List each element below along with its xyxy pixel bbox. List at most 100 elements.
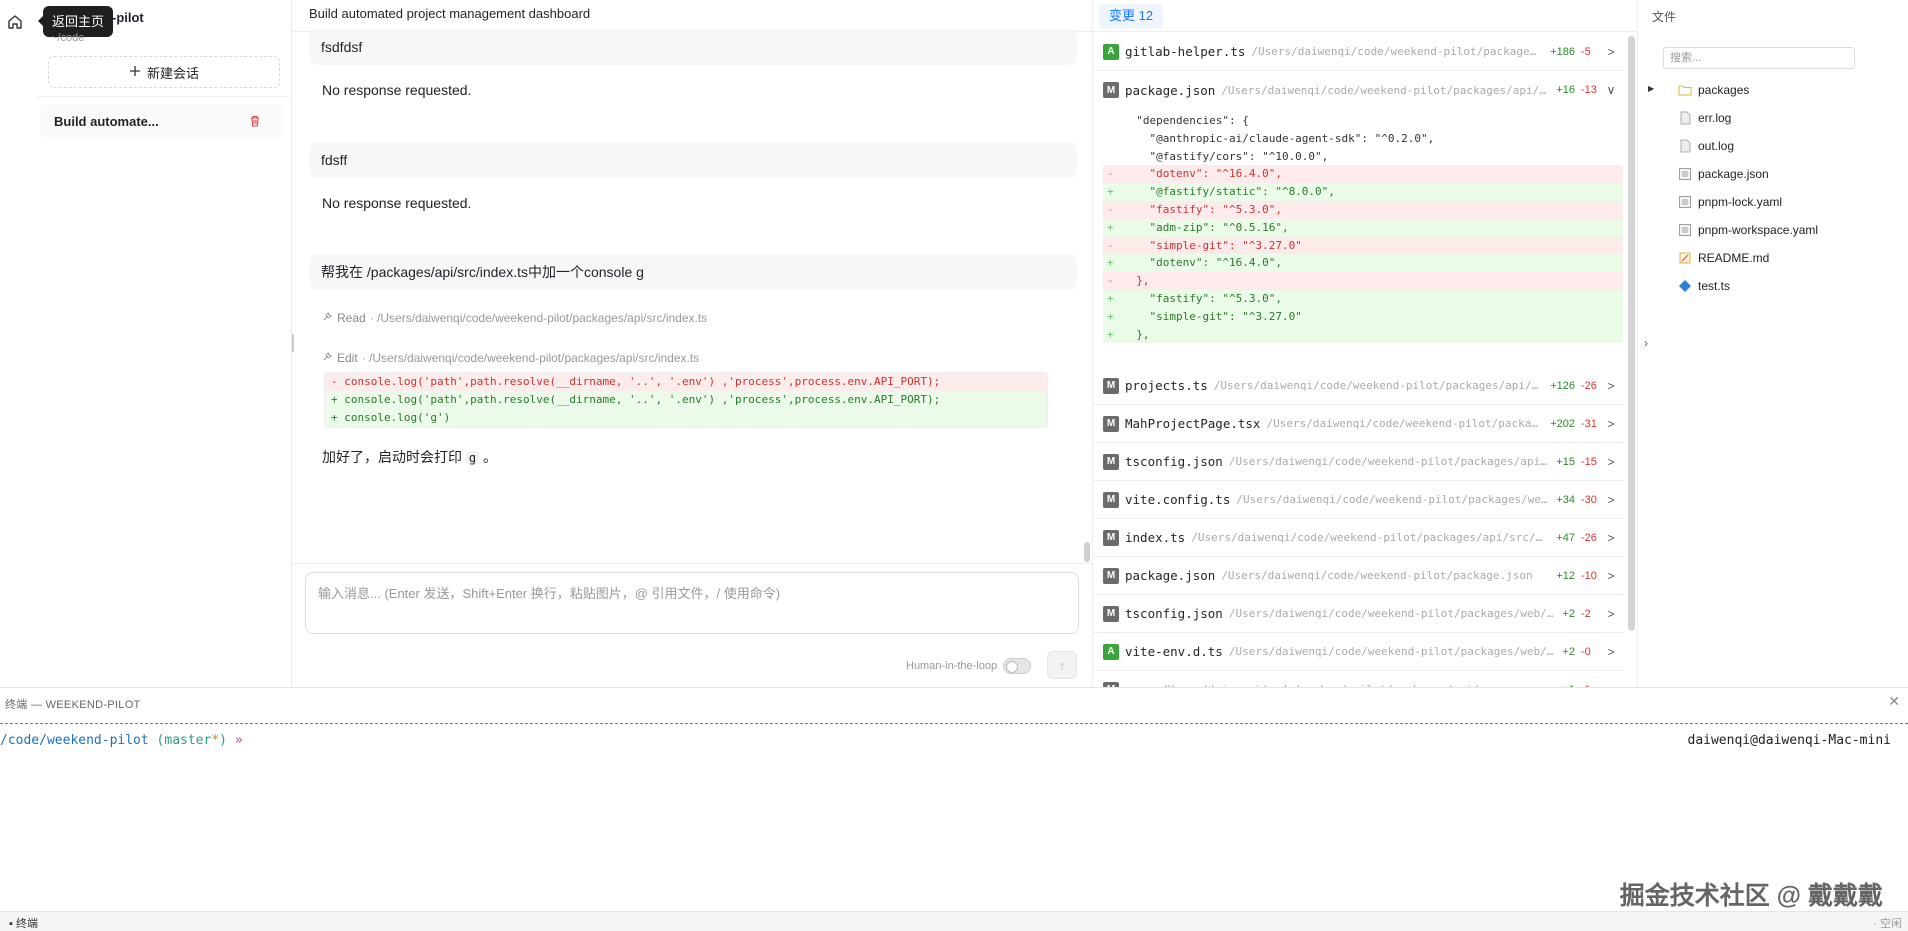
folder-icon bbox=[1678, 83, 1692, 97]
changes-scrollbar[interactable] bbox=[1628, 36, 1635, 631]
diff-text: "simple-git": "^3.27.0" bbox=[1123, 238, 1302, 252]
wrench-icon bbox=[322, 311, 333, 325]
chevron-right-icon[interactable]: > bbox=[1599, 45, 1623, 59]
deletions-count: -31 bbox=[1581, 417, 1597, 430]
file-path: /Users/daiwenqi/code/weekend-pilot/packa… bbox=[1228, 607, 1555, 620]
file-tree-item[interactable]: pnpm-workspace.yaml bbox=[1678, 220, 1818, 240]
file-tree-item[interactable]: package.json bbox=[1678, 164, 1769, 184]
edit-diff: - console.log('path',path.resolve(__dirn… bbox=[324, 372, 1048, 428]
chevron-right-icon[interactable]: > bbox=[1599, 531, 1623, 545]
deletions-count: -0 bbox=[1581, 645, 1591, 658]
toggle-switch[interactable] bbox=[1003, 658, 1032, 674]
file-tree-label: test.ts bbox=[1698, 279, 1731, 293]
additions-count: +16 bbox=[1556, 84, 1575, 96]
prompt-arrow: » bbox=[234, 733, 243, 748]
plus-icon bbox=[129, 65, 141, 80]
chevron-right-icon[interactable]: > bbox=[1599, 379, 1623, 393]
file-tree-item[interactable]: out.log bbox=[1678, 136, 1734, 156]
file-name: tsconfig.json bbox=[1125, 454, 1223, 469]
terminal-toggle[interactable]: ▪ 终端 bbox=[9, 915, 38, 931]
chevron-right-icon[interactable]: > bbox=[1599, 417, 1623, 431]
session-item[interactable]: Build automate... bbox=[40, 104, 284, 138]
file-tree-label: pnpm-lock.yaml bbox=[1698, 195, 1783, 209]
diff-marker: + bbox=[1107, 185, 1114, 199]
diff-line-removed: - "fastify": "^5.3.0", bbox=[1103, 200, 1623, 219]
tool-call-edit[interactable]: Edit · /Users/daiwenqi/code/weekend-pilo… bbox=[322, 351, 699, 365]
file-path: /Users/daiwenqi/code/weekend-pilot/packa… bbox=[1228, 645, 1555, 658]
files-panel: › 文件 搜索... ▶ packages err.log out.log packa… bbox=[1637, 0, 1908, 687]
diff-line-added: + console.log('path',path.resolve(__dirn… bbox=[325, 391, 1047, 409]
send-button[interactable]: ↑ bbox=[1047, 651, 1077, 679]
changed-file-row[interactable]: Avite-env.d.ts/Users/daiwenqi/code/weeke… bbox=[1093, 633, 1623, 671]
additions-count: +186 bbox=[1550, 45, 1575, 58]
tool-call-read[interactable]: Read · /Users/daiwenqi/code/weekend-pilo… bbox=[322, 311, 707, 325]
sidebar-divider bbox=[36, 96, 291, 97]
diff-text: "fastify": "^5.3.0", bbox=[1123, 291, 1282, 305]
message-input[interactable]: 输入消息... (Enter 发送，Shift+Enter 换行，粘贴图片，@ … bbox=[305, 572, 1079, 634]
final-text: 加好了，启动时会打印 bbox=[322, 449, 466, 465]
status-badge: M bbox=[1103, 377, 1119, 394]
file-tree-label: err.log bbox=[1698, 111, 1732, 125]
diff-text: "@fastify/static": "^8.0.0", bbox=[1123, 185, 1335, 199]
changed-file-row[interactable]: M MahProjectPage.tsx/Users/daiwenqi/code/… bbox=[1093, 405, 1623, 443]
diff-marker: + bbox=[1107, 309, 1114, 323]
file-tree-item[interactable]: README.md bbox=[1678, 248, 1769, 268]
home-icon[interactable] bbox=[6, 13, 24, 31]
arrow-up-icon: ↑ bbox=[1058, 657, 1066, 673]
file-path: /Users/daiwenqi/code/weekend-pilot/packa… bbox=[1236, 493, 1548, 506]
changed-file-row[interactable]: Mpackage.json/Users/daiwenqi/code/weeken… bbox=[1093, 557, 1623, 595]
diff-text: }, bbox=[1123, 274, 1150, 288]
deletions-count: -15 bbox=[1581, 455, 1597, 468]
file-name: index.ts bbox=[1125, 530, 1186, 545]
file-tree-item[interactable]: err.log bbox=[1678, 108, 1731, 128]
diff-text: "dependencies": { bbox=[1123, 114, 1249, 127]
wrench-icon bbox=[322, 351, 333, 365]
changed-file-row[interactable]: Mindex.ts/Users/daiwenqi/code/weekend-pi… bbox=[1093, 519, 1623, 557]
file-tree-item[interactable]: packages bbox=[1678, 80, 1749, 100]
changed-file-row[interactable]: Mtsconfig.json/Users/daiwenqi/code/weeke… bbox=[1093, 595, 1623, 633]
terminal-separator bbox=[0, 716, 1908, 724]
chevron-right-icon[interactable]: > bbox=[1599, 645, 1623, 659]
chevron-right-icon[interactable]: > bbox=[1599, 569, 1623, 583]
file-path: /Users/daiwenqi/code/weekend-pilot/packa… bbox=[1191, 531, 1549, 544]
terminal-toggle-label: 终端 bbox=[15, 918, 38, 930]
diff-marker: - bbox=[1107, 274, 1114, 288]
chat-panel: Build automated project management dashb… bbox=[292, 0, 1092, 687]
chat-scrollbar[interactable] bbox=[1084, 542, 1090, 562]
status-badge: A bbox=[1103, 43, 1119, 60]
changed-file-row[interactable]: Mvite.config.ts/Users/daiwenqi/code/week… bbox=[1093, 481, 1623, 519]
tab-changes[interactable]: 变更 12 bbox=[1099, 4, 1164, 28]
changes-panel: 变更 12 Agitlab-helper.ts/Users/daiwenqi/c… bbox=[1092, 0, 1637, 687]
chevron-right-icon[interactable]: > bbox=[1599, 493, 1623, 507]
tool-path: · /Users/daiwenqi/code/weekend-pilot/pac… bbox=[361, 351, 700, 365]
changed-file-row[interactable]: Mtsconfig.json/Users/daiwenqi/code/weeke… bbox=[1093, 443, 1623, 481]
deletions-count: -30 bbox=[1581, 493, 1597, 506]
human-in-the-loop-toggle[interactable]: Human-in-the-loop bbox=[906, 658, 1032, 674]
diff-line-added: + console.log('g') bbox=[325, 409, 1047, 427]
chevron-down-icon[interactable]: ∨ bbox=[1599, 83, 1623, 97]
file-tree-item[interactable]: pnpm-lock.yaml bbox=[1678, 192, 1782, 212]
changed-file-row[interactable]: Mprojects.ts/Users/daiwenqi/code/weekend… bbox=[1093, 367, 1623, 405]
terminal-title: 终端 — WEEKEND-PILOT bbox=[5, 699, 141, 711]
expand-caret-icon[interactable]: ▶ bbox=[1648, 84, 1654, 93]
assistant-message: 加好了，启动时会打印 g 。 bbox=[322, 447, 497, 467]
close-icon[interactable]: ✕ bbox=[1888, 693, 1900, 710]
trash-icon[interactable] bbox=[248, 114, 262, 128]
status-idle-label: 空闲 bbox=[1880, 918, 1902, 930]
file-tree-item[interactable]: test.ts bbox=[1678, 276, 1730, 296]
diff-marker: - bbox=[1107, 167, 1114, 181]
chevron-right-icon[interactable]: › bbox=[1644, 336, 1648, 350]
additions-count: +202 bbox=[1550, 417, 1575, 430]
terminal-panel[interactable]: 终端 — WEEKEND-PILOT ✕ /code/weekend-pilot… bbox=[0, 687, 1908, 911]
prompt-branch-close: ) bbox=[219, 733, 227, 748]
tool-path: · /Users/daiwenqi/code/weekend-pilot/pac… bbox=[369, 311, 708, 325]
changed-file-row[interactable]: Mpackage.json/Users/daiwenqi/code/weeken… bbox=[1093, 71, 1623, 109]
chevron-right-icon[interactable]: > bbox=[1599, 607, 1623, 621]
new-chat-button[interactable]: 新建会话 bbox=[48, 56, 280, 88]
changed-file-row[interactable]: M.env/Users/daiwenqi/code/weekend-pilot/… bbox=[1093, 671, 1623, 687]
file-search-input[interactable]: 搜索... bbox=[1663, 47, 1855, 69]
status-badge: M bbox=[1103, 491, 1119, 508]
diff-text: "fastify": "^5.3.0", bbox=[1123, 202, 1282, 216]
chevron-right-icon[interactable]: > bbox=[1599, 455, 1623, 469]
changed-file-row[interactable]: Agitlab-helper.ts/Users/daiwenqi/code/we… bbox=[1093, 33, 1623, 71]
